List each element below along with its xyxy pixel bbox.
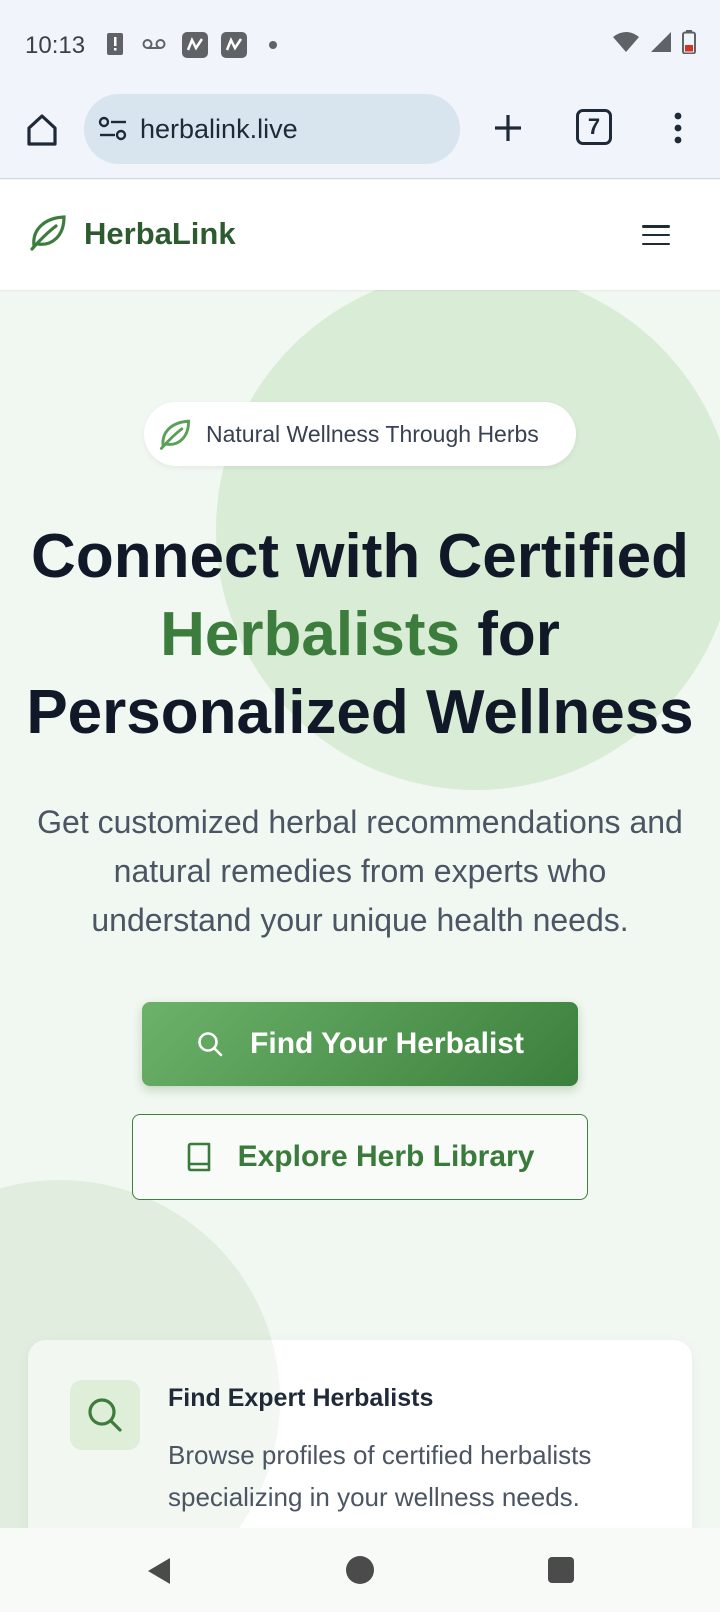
tab-switcher-button[interactable]: 7 [576, 109, 612, 145]
site-settings-icon [98, 116, 127, 141]
hero-section: Natural Wellness Through Herbs Connect w… [0, 290, 720, 1528]
badge-text: Natural Wellness Through Herbs [206, 420, 539, 447]
leaf-icon [159, 419, 191, 450]
app-notification-icon [221, 32, 247, 58]
home-icon [27, 114, 57, 146]
explore-library-label: Explore Herb Library [237, 1140, 535, 1173]
find-herbalist-label: Find Your Herbalist [250, 1027, 524, 1060]
hero-badge: Natural Wellness Through Herbs [144, 402, 576, 466]
hero-subtext: Get customized herbal recommendations an… [37, 804, 683, 938]
headline-line1: Connect with Certified [31, 522, 689, 591]
wifi-icon [613, 32, 639, 52]
headline-line3: Personalized Wellness [26, 678, 694, 747]
address-bar[interactable]: herbalink.live [84, 94, 460, 164]
tab-count: 7 [587, 114, 601, 139]
dot-icon [269, 41, 277, 49]
signal-icon [651, 32, 671, 52]
explore-library-button[interactable]: Explore Herb Library [132, 1114, 588, 1200]
app-notification-icon [182, 32, 208, 58]
menu-line [642, 242, 670, 245]
status-right [612, 30, 696, 54]
url-text: herbalink.live [140, 114, 298, 144]
feature-description: Browse profiles of certified herbalists … [168, 1440, 592, 1512]
feature-title: Find Expert Herbalists [168, 1384, 434, 1412]
leaf-logo-icon[interactable] [28, 212, 68, 252]
status-time: 10:13 [25, 32, 86, 59]
system-nav-bar [0, 1528, 720, 1612]
hero-headline: Connect with Certified Herbalists for Pe… [0, 518, 720, 752]
more-vert-icon [674, 112, 682, 144]
feature-icon-box [70, 1380, 140, 1450]
menu-line [642, 225, 670, 228]
home-nav-button[interactable] [346, 1556, 374, 1584]
home-button[interactable] [20, 108, 64, 152]
battery-low-icon [682, 30, 696, 54]
back-icon[interactable] [146, 1556, 172, 1586]
headline-accent: Herbalists [160, 600, 460, 669]
status-bar: 10:13 [0, 0, 720, 90]
find-herbalist-button[interactable]: Find Your Herbalist [142, 1002, 578, 1086]
plus-icon [495, 115, 521, 141]
voicemail-icon [142, 39, 166, 49]
browser-toolbar: herbalink.live 7 [0, 90, 720, 179]
book-icon [187, 1142, 210, 1172]
headline-for: for [459, 600, 560, 669]
feature-card[interactable]: Find Expert Herbalists Browse profiles o… [28, 1340, 692, 1528]
search-icon [88, 1398, 122, 1432]
more-menu-button[interactable] [660, 106, 696, 150]
alert-icon [107, 33, 123, 55]
hamburger-menu-button[interactable] [640, 220, 672, 250]
menu-line [642, 233, 670, 237]
new-tab-button[interactable] [486, 106, 530, 150]
site-header: HerbaLink [0, 180, 720, 290]
recents-nav-button[interactable] [548, 1557, 574, 1583]
search-icon [198, 1032, 223, 1057]
brand-name[interactable]: HerbaLink [84, 216, 236, 252]
